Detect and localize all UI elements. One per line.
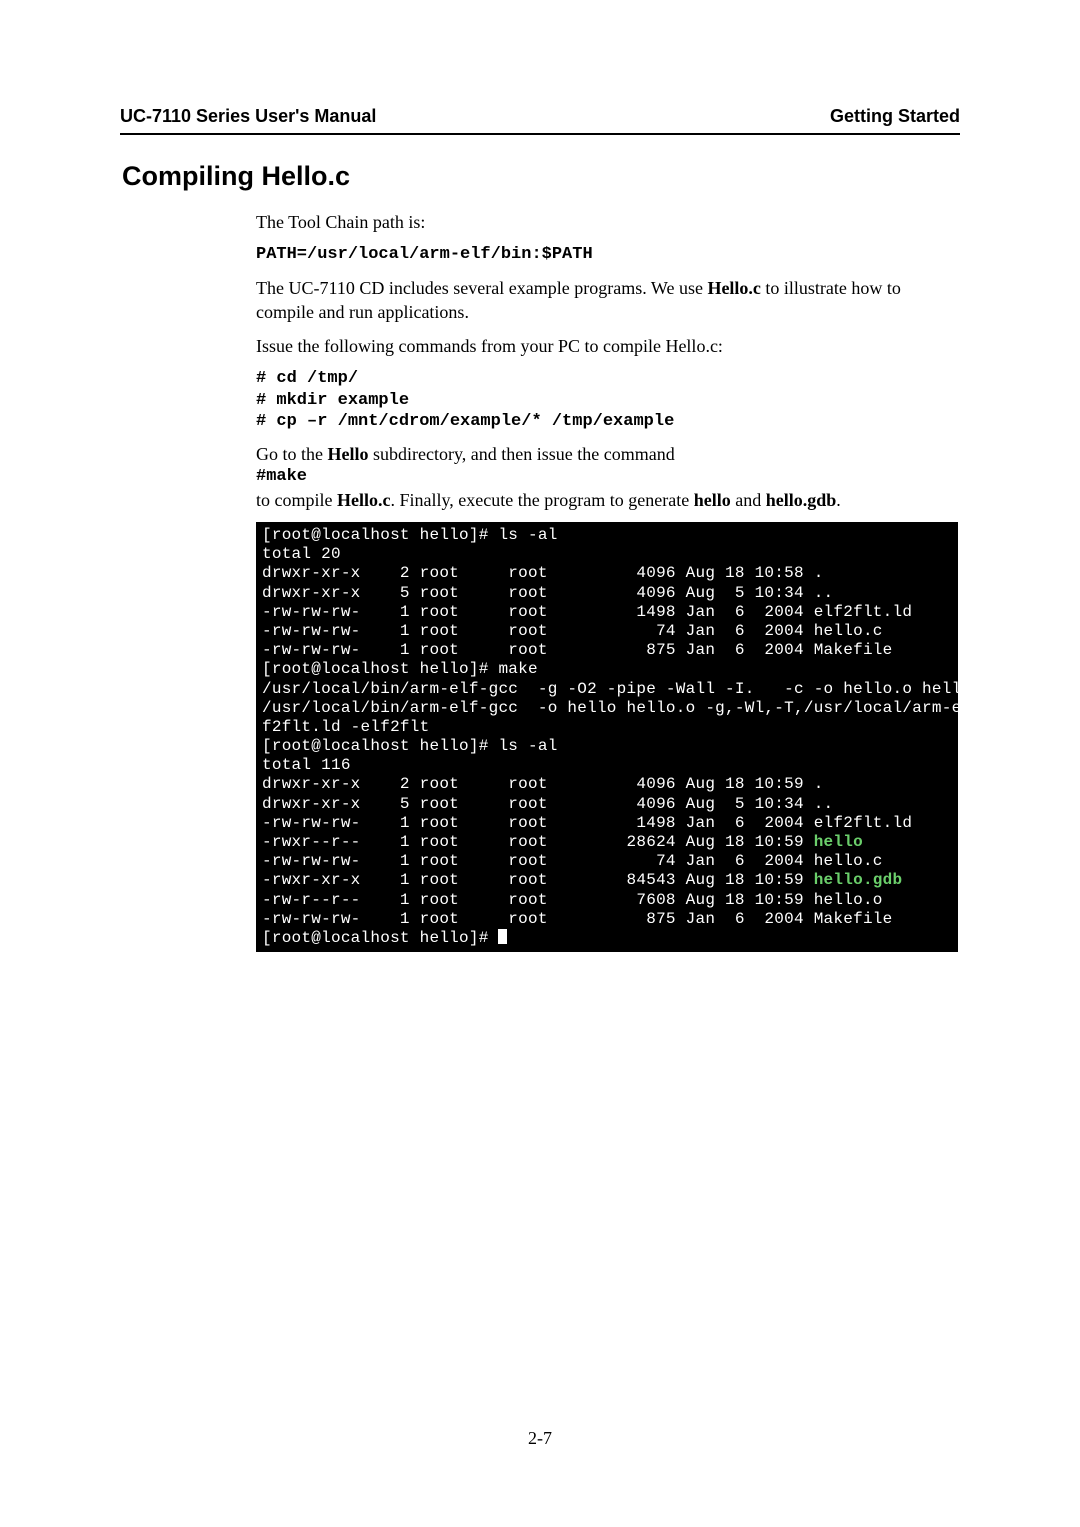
para-issue-cmds: Issue the following commands from your P… [256, 334, 960, 358]
path-line: PATH=/usr/local/arm-elf/bin:$PATH [256, 244, 960, 265]
header-left: UC-7110 Series User's Manual [120, 106, 376, 127]
para-cd-intro: The UC-7110 CD includes several example … [256, 276, 960, 325]
section-heading: Compiling Hello.c [120, 161, 960, 192]
cmd-cd: # cd /tmp/ [256, 368, 960, 389]
para-compile-result: to compile Hello.c. Finally, execute the… [256, 488, 960, 512]
cmd-block: # cd /tmp/ # mkdir example # cp –r /mnt/… [256, 368, 960, 432]
cmd-make: #make [256, 466, 960, 487]
cmd-cp: # cp –r /mnt/cdrom/example/* /tmp/exampl… [256, 411, 960, 432]
file-hello: hello [814, 833, 863, 851]
file-hello-gdb: hello.gdb [814, 871, 903, 889]
header-rule [120, 133, 960, 135]
page-number: 2-7 [0, 1428, 1080, 1449]
body-content: The Tool Chain path is: PATH=/usr/local/… [120, 210, 960, 952]
cmd-mkdir: # mkdir example [256, 390, 960, 411]
cursor-icon [498, 929, 507, 944]
header-right: Getting Started [830, 106, 960, 127]
para-toolchain: The Tool Chain path is: [256, 210, 960, 234]
terminal-output: [root@localhost hello]# ls -al total 20 … [256, 522, 958, 952]
para-goto-hello: Go to the Hello subdirectory, and then i… [256, 442, 960, 466]
